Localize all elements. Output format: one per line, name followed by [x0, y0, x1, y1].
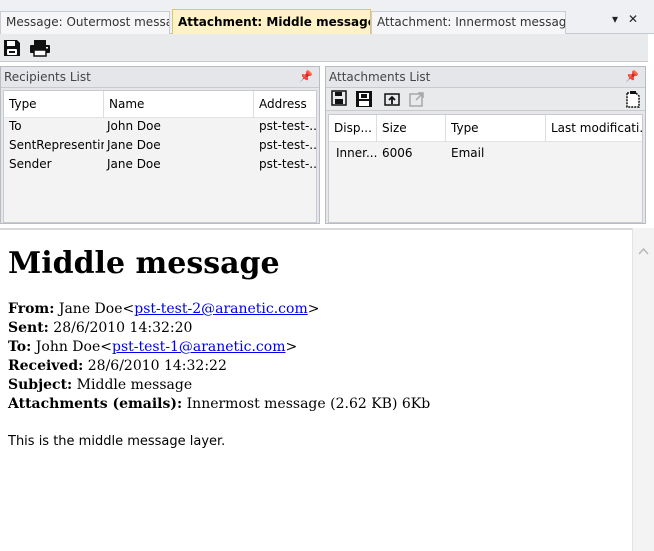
to-label: To: [8, 339, 32, 355]
print-icon[interactable] [29, 39, 51, 57]
column-header-last-modification[interactable]: Last modificati... [546, 115, 644, 141]
panel-title-text: Attachments List [329, 70, 431, 84]
subject-line: Subject: Middle message [8, 376, 623, 395]
recipients-grid: Type Name Address To John Doe pst-test-.… [3, 90, 318, 223]
cell-name: John Doe [107, 119, 161, 133]
cell-address: pst-test-... [259, 138, 318, 152]
attachments-grid: Disp... Size Type Last modificati... Inn… [328, 114, 644, 223]
received-label: Received: [8, 358, 84, 374]
tab-dropdown-icon[interactable]: ▾ [612, 12, 618, 26]
attachments-panel-title: Attachments List 📌 [326, 67, 645, 88]
attachments-toolbar [326, 88, 645, 111]
tab-middle-message[interactable]: Attachment: Middle message... [172, 9, 371, 34]
open-attachment-icon[interactable] [384, 91, 400, 110]
table-row[interactable]: Inner... 6006 Email [329, 145, 642, 164]
message-body: This is the middle message layer. [8, 434, 226, 449]
table-row[interactable]: To John Doe pst-test-... [4, 118, 318, 137]
to-line: To: John Doe<pst-test-1@aranetic.com> [8, 339, 298, 355]
cell-address: pst-test-... [259, 119, 318, 133]
main-toolbar [0, 34, 648, 62]
message-heading: Middle message [8, 246, 280, 281]
sent-value: 28/6/2010 14:32:20 [53, 320, 193, 336]
vertical-scrollbar[interactable] [632, 228, 654, 551]
column-header-size[interactable]: Size [377, 115, 446, 141]
recipients-panel-title: Recipients List 📌 [1, 67, 319, 88]
sent-line: Sent: 28/6/2010 14:32:20 [8, 319, 623, 338]
pin-icon[interactable]: 📌 [625, 67, 639, 87]
to-email-link[interactable]: pst-test-1@aranetic.com [112, 339, 286, 355]
attachments-label: Attachments (emails): [8, 396, 183, 412]
copy-icon[interactable] [625, 90, 641, 111]
subject-value: Middle message [76, 377, 193, 393]
column-header-display[interactable]: Disp... [329, 115, 377, 141]
received-value: 28/6/2010 14:32:22 [87, 358, 227, 374]
table-row[interactable]: Sender Jane Doe pst-test-... [4, 156, 318, 175]
close-icon[interactable]: ✕ [628, 12, 638, 26]
column-header-type[interactable]: Type [4, 91, 104, 117]
tab-outermost-message[interactable]: Message: Outermost message [0, 11, 170, 34]
column-header-address[interactable]: Address [254, 91, 318, 117]
received-line: Received: 28/6/2010 14:32:22 [8, 357, 623, 376]
attachments-panel: Attachments List 📌 Disp... Size Type Las… [325, 66, 646, 224]
from-label: From: [8, 301, 55, 317]
cell-type: Sender [9, 157, 52, 171]
panel-title-text: Recipients List [4, 70, 91, 84]
cell-type: Email [451, 146, 485, 160]
tab-label: Message: Outermost message [6, 15, 170, 29]
save-attachment-icon[interactable] [331, 90, 347, 109]
to-name: John Doe [35, 339, 101, 355]
sent-label: Sent: [8, 320, 49, 336]
cell-name: Jane Doe [107, 138, 161, 152]
tab-label: Attachment: Middle message... [178, 15, 371, 29]
grid-header: Disp... Size Type Last modificati... [329, 115, 644, 142]
external-link-icon[interactable] [409, 91, 425, 110]
pin-icon[interactable]: 📌 [299, 67, 313, 87]
save-icon[interactable] [3, 39, 25, 57]
scroll-up-icon[interactable] [638, 244, 649, 258]
message-content: Middle message From: Jane Doe<pst-test-2… [8, 246, 623, 451]
cell-type: To [9, 119, 22, 133]
tab-label: Attachment: Innermost message... [377, 15, 566, 29]
subject-label: Subject: [8, 377, 73, 393]
document-tab-strip: Message: Outermost message Attachment: M… [0, 0, 654, 34]
recipients-panel: Recipients List 📌 Type Name Address To J… [0, 66, 320, 224]
from-line: From: Jane Doe<pst-test-2@aranetic.com> [8, 301, 320, 317]
tab-innermost-message[interactable]: Attachment: Innermost message... [371, 11, 566, 34]
message-preview: Middle message From: Jane Doe<pst-test-2… [0, 228, 632, 551]
cell-type: SentRepresenting [9, 138, 104, 152]
cell-address: pst-test-... [259, 157, 318, 171]
column-header-name[interactable]: Name [104, 91, 254, 117]
column-header-type[interactable]: Type [446, 115, 546, 141]
attachments-line: Attachments (emails): Innermost message … [8, 395, 623, 414]
cell-size: 6006 [382, 146, 413, 160]
cell-name: Jane Doe [107, 157, 161, 171]
table-row[interactable]: SentRepresenting Jane Doe pst-test-... [4, 137, 318, 156]
cell-last-modification [546, 145, 644, 164]
save-all-attachments-icon[interactable] [355, 90, 373, 111]
grid-header: Type Name Address [4, 91, 316, 118]
from-email-link[interactable]: pst-test-2@aranetic.com [134, 301, 308, 317]
from-name: Jane Doe [58, 301, 123, 317]
cell-display: Inner... [336, 146, 377, 160]
attachments-value: Innermost message (2.62 KB) 6Kb [186, 396, 431, 412]
